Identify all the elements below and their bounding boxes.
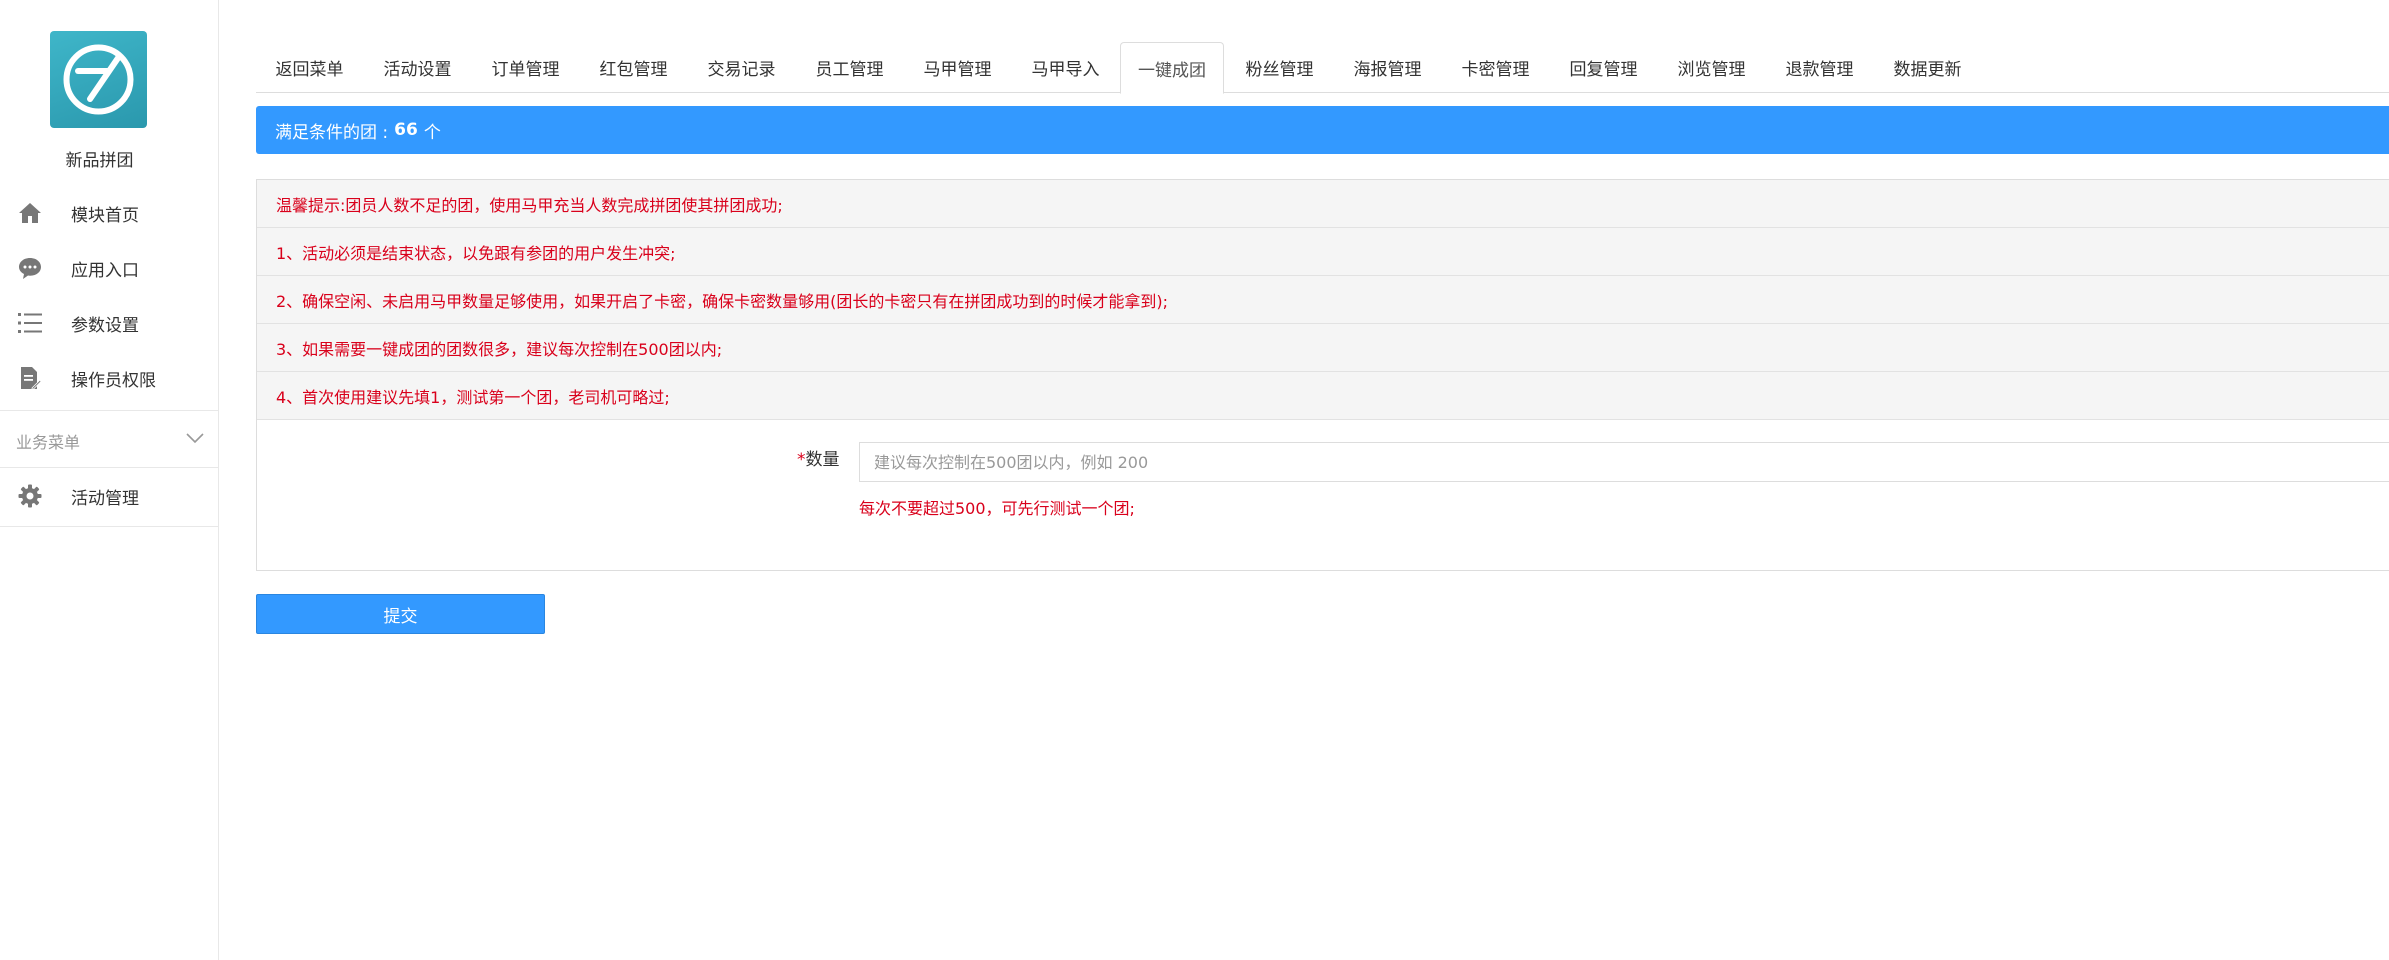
sidebar-item-module-home[interactable]: 模块首页 — [0, 186, 218, 240]
tab-vest-management[interactable]: 马甲管理 — [904, 42, 1011, 93]
home-icon — [17, 200, 43, 226]
tab-bar: 返回菜单 活动设置 订单管理 红包管理 交易记录 员工管理 马甲管理 马甲导入 … — [256, 42, 2389, 94]
one-click-group-panel: 温馨提示:团员人数不足的团，使用马甲充当人数完成拼团使其拼团成功; 1、活动必须… — [256, 179, 2389, 571]
sidebar-item-label: 参数设置 — [71, 315, 139, 336]
sidebar-item-param-settings[interactable]: 参数设置 — [0, 296, 218, 350]
tab-browse-management[interactable]: 浏览管理 — [1658, 42, 1765, 93]
sidebar-item-label: 模块首页 — [71, 205, 139, 226]
banner-unit: 个 — [423, 122, 441, 143]
app-logo-icon[interactable] — [50, 31, 147, 128]
tab-back-menu[interactable]: 返回菜单 — [256, 42, 363, 93]
tab-vest-import[interactable]: 马甲导入 — [1012, 42, 1119, 93]
sidebar-item-label: 操作员权限 — [71, 370, 156, 391]
sidebar-item-operator-permissions[interactable]: 操作员权限 — [0, 351, 218, 405]
sidebar-item-label: 应用入口 — [71, 260, 139, 281]
notice-item: 2、确保空闲、未启用马甲数量足够使用，如果开启了卡密，确保卡密数量够用(团长的卡… — [257, 276, 2389, 324]
quantity-input[interactable] — [859, 442, 2389, 482]
quantity-label: *数量 — [797, 445, 840, 470]
tab-order-management[interactable]: 订单管理 — [472, 42, 579, 93]
sidebar-item-app-entry[interactable]: 应用入口 — [0, 241, 218, 295]
qualifying-group-count: 66 — [394, 120, 418, 140]
tab-red-packet-management[interactable]: 红包管理 — [580, 42, 687, 93]
notice-item: 3、如果需要一键成团的团数很多，建议每次控制在500团以内; — [257, 324, 2389, 372]
tab-data-update[interactable]: 数据更新 — [1874, 42, 1981, 93]
notice-tip: 温馨提示:团员人数不足的团，使用马甲充当人数完成拼团使其拼团成功; — [257, 180, 2389, 228]
document-edit-icon — [17, 365, 43, 391]
quantity-help-text: 每次不要超过500，可先行测试一个团; — [859, 499, 1135, 518]
sidebar-divider — [0, 526, 218, 527]
tab-activity-settings[interactable]: 活动设置 — [364, 42, 471, 93]
section-label: 业务菜单 — [16, 433, 81, 452]
tab-reply-management[interactable]: 回复管理 — [1550, 42, 1657, 93]
tab-staff-management[interactable]: 员工管理 — [796, 42, 903, 93]
business-menu-section[interactable]: 业务菜单 — [0, 410, 218, 468]
tab-card-secret-management[interactable]: 卡密管理 — [1442, 42, 1549, 93]
sidebar-item-label: 活动管理 — [71, 488, 139, 509]
quantity-label-text: 数量 — [805, 450, 840, 470]
gear-icon — [17, 483, 43, 509]
tab-refund-management[interactable]: 退款管理 — [1766, 42, 1873, 93]
tab-poster-management[interactable]: 海报管理 — [1334, 42, 1441, 93]
tab-fans-management[interactable]: 粉丝管理 — [1226, 42, 1333, 93]
sidebar: 新品拼团 模块首页 应用入口 参数设置 操作员权限 业务菜单 活动管理 — [0, 0, 219, 960]
required-mark: * — [797, 450, 806, 470]
notice-item: 1、活动必须是结束状态，以免跟有参团的用户发生冲突; — [257, 228, 2389, 276]
chat-bubble-icon — [17, 255, 43, 281]
tab-transaction-records[interactable]: 交易记录 — [688, 42, 795, 93]
tab-one-click-group[interactable]: 一键成团 — [1120, 42, 1224, 94]
notice-item: 4、首次使用建议先填1，测试第一个团，老司机可略过; — [257, 372, 2389, 420]
chevron-down-icon — [186, 429, 204, 448]
submit-button[interactable]: 提交 — [256, 594, 545, 634]
brand-name: 新品拼团 — [65, 151, 134, 171]
sidebar-item-activity-management[interactable]: 活动管理 — [0, 469, 218, 523]
list-icon — [17, 310, 43, 336]
banner-prefix: 满足条件的团 : — [275, 122, 389, 143]
qualifying-groups-banner: 满足条件的团 : 66 个 — [256, 106, 2389, 154]
